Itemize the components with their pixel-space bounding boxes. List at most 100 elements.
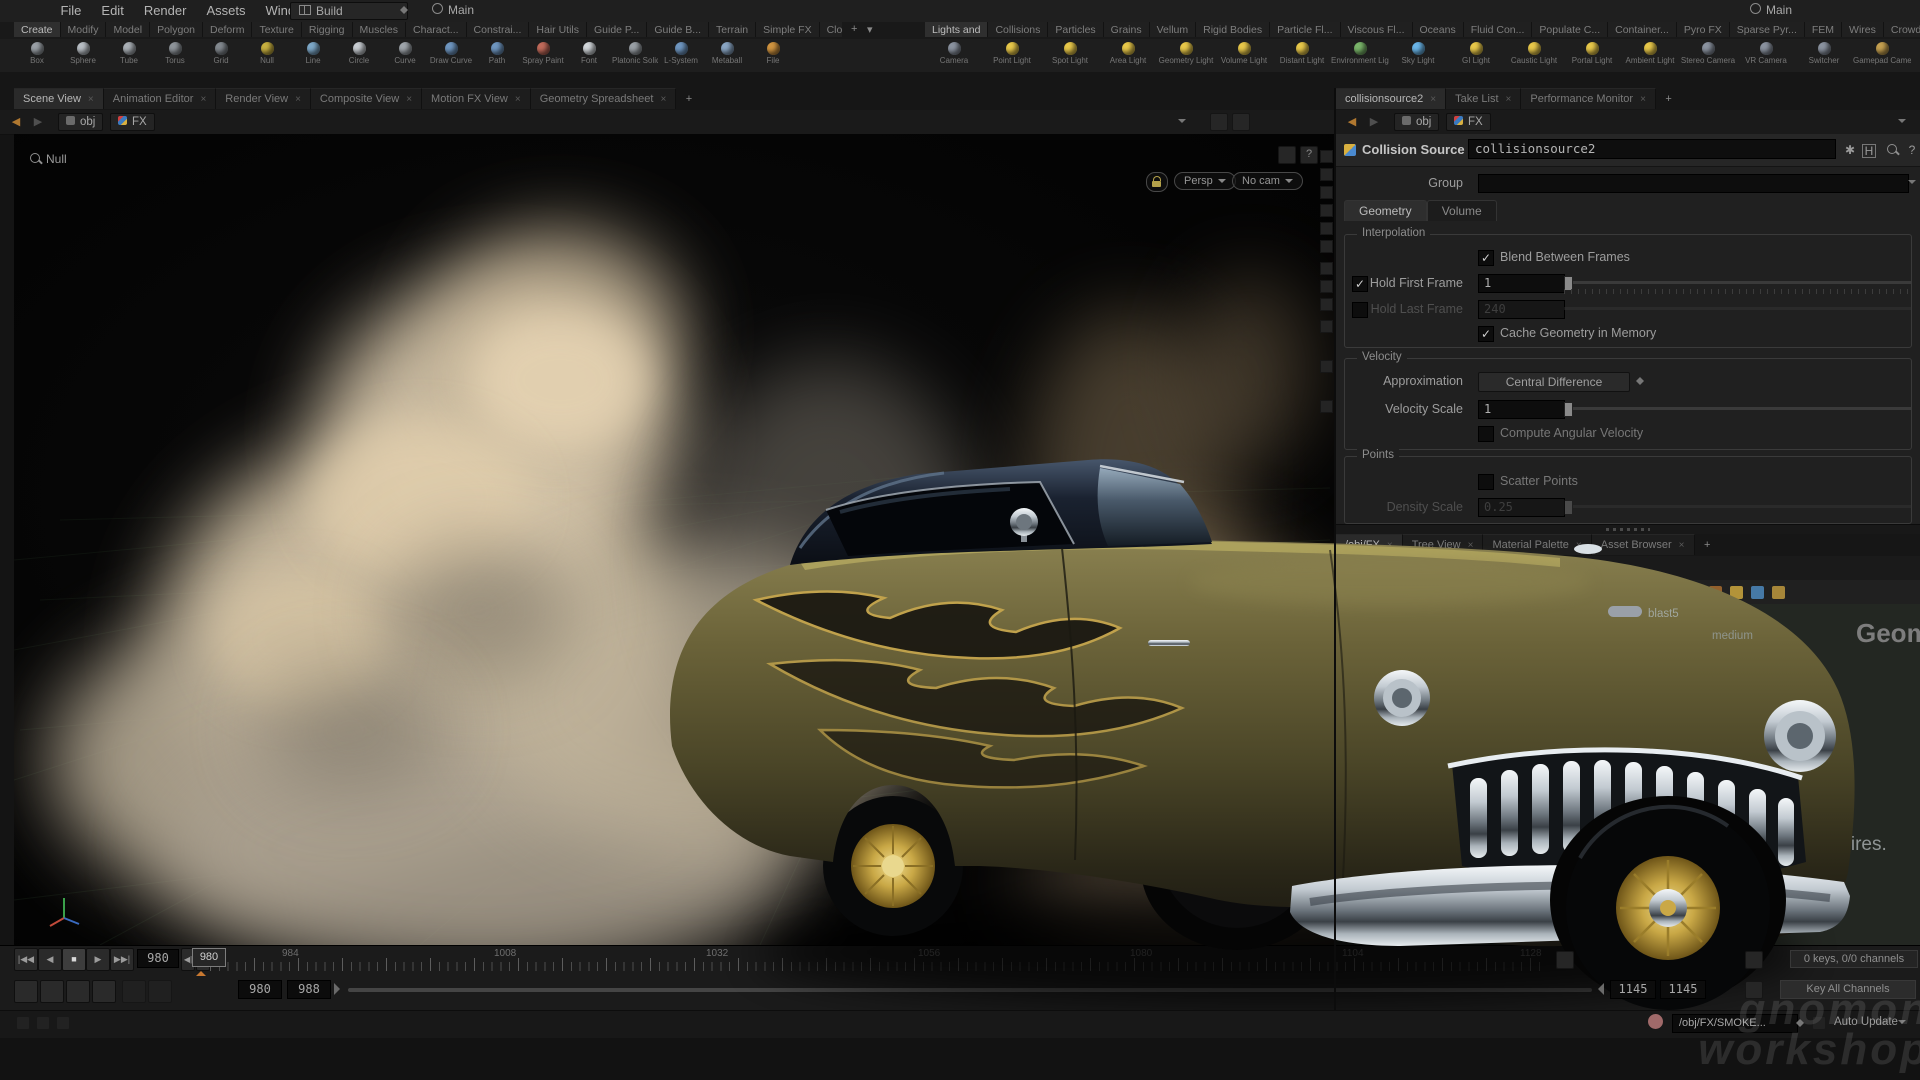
shelf-tab[interactable]: Guide B... bbox=[647, 22, 709, 37]
add-pane-tab-button[interactable]: + bbox=[1660, 92, 1676, 106]
stop-button[interactable]: ■ bbox=[62, 948, 86, 971]
close-icon[interactable]: × bbox=[1387, 540, 1393, 551]
viewport-tool-icon[interactable] bbox=[19, 528, 35, 544]
display-option-icon[interactable] bbox=[1320, 298, 1333, 311]
network-menu-item[interactable]: Layout bbox=[1499, 580, 1553, 604]
viewport-tool-icon[interactable] bbox=[19, 384, 35, 400]
pane-tab[interactable]: Performance Monitor× bbox=[1521, 88, 1656, 109]
pane-maximize-icon[interactable] bbox=[1278, 146, 1296, 164]
select-keys-icon[interactable] bbox=[14, 980, 38, 1003]
desktop-selector[interactable]: Build bbox=[290, 2, 408, 20]
breadcrumb-node[interactable]: FX bbox=[1446, 559, 1491, 577]
viewport-tool-icon[interactable] bbox=[19, 318, 35, 334]
display-option-icon[interactable] bbox=[1320, 204, 1333, 217]
shelf-tab[interactable]: Particle Fl... bbox=[1270, 22, 1340, 37]
shelf-tool[interactable]: Ambient Light bbox=[1621, 40, 1679, 72]
pane-tab[interactable]: Material Palette× bbox=[1483, 534, 1591, 555]
play-reverse-button[interactable]: ◀ bbox=[38, 948, 62, 971]
shelf-tool[interactable]: Distant Light bbox=[1273, 40, 1331, 72]
shelf-tool[interactable]: GI Light bbox=[1447, 40, 1505, 72]
shelf-tab[interactable]: Cloud FX bbox=[820, 22, 842, 37]
shelf-tool[interactable]: Path bbox=[474, 40, 520, 72]
gear-icon[interactable]: ✱ bbox=[1842, 142, 1858, 158]
right-main-selector[interactable]: Main bbox=[1742, 2, 1800, 18]
snapshot-icon[interactable] bbox=[1232, 113, 1250, 131]
approximation-dropdown[interactable]: Central Difference bbox=[1478, 372, 1630, 392]
viewport-tool-icon[interactable] bbox=[19, 498, 35, 514]
add-pane-tab-button[interactable]: + bbox=[1699, 538, 1715, 552]
audio-icon[interactable] bbox=[40, 980, 64, 1003]
shelf-tab[interactable]: Hair Utils bbox=[529, 22, 587, 37]
shelf-tool[interactable]: Spray Paint bbox=[520, 40, 566, 72]
close-icon[interactable]: × bbox=[1430, 94, 1436, 105]
network-toolbar-icon[interactable] bbox=[1604, 586, 1617, 599]
pane-tab[interactable]: Scene View× bbox=[14, 88, 104, 109]
shelf-tab[interactable]: Fluid Con... bbox=[1464, 22, 1533, 37]
pane-tab[interactable]: collisionsource2× bbox=[1336, 88, 1446, 109]
close-icon[interactable]: × bbox=[88, 94, 94, 105]
display-option-icon[interactable] bbox=[1320, 150, 1333, 163]
network-toolbar-icon[interactable] bbox=[1772, 586, 1785, 599]
shelf-tool[interactable]: Camera bbox=[925, 40, 983, 72]
viewport-lock-icon[interactable] bbox=[1146, 172, 1168, 192]
shelf-tab[interactable]: Viscous Fl... bbox=[1341, 22, 1413, 37]
shelf-tool[interactable]: Caustic Light bbox=[1505, 40, 1563, 72]
shelf-tab[interactable]: Pyro FX bbox=[1677, 22, 1730, 37]
network-toolbar-icon[interactable] bbox=[1646, 586, 1659, 599]
breadcrumb-node[interactable]: FX bbox=[1446, 113, 1491, 131]
close-icon[interactable]: × bbox=[1640, 94, 1646, 105]
shelf-tool[interactable]: Platonic Solids bbox=[612, 40, 658, 72]
main-selector[interactable]: Main bbox=[424, 2, 482, 18]
pane-tab[interactable]: Render View× bbox=[216, 88, 311, 109]
checkbox-checked[interactable]: ✓ bbox=[1478, 250, 1494, 266]
shelf-tab[interactable]: Guide P... bbox=[587, 22, 647, 37]
play-button[interactable]: ▶ bbox=[86, 948, 110, 971]
status-icon[interactable] bbox=[56, 1016, 70, 1030]
shelf-tab[interactable]: Grains bbox=[1104, 22, 1150, 37]
hold-last-frame-input[interactable]: 240 bbox=[1478, 300, 1565, 319]
velocity-scale-input[interactable]: 1 bbox=[1478, 400, 1565, 419]
viewport-tool-icon[interactable] bbox=[19, 420, 35, 436]
search-keys-icon[interactable] bbox=[1556, 951, 1574, 969]
shelf-tool[interactable]: Environment Light bbox=[1331, 40, 1389, 72]
shelf-tool[interactable]: File bbox=[750, 40, 796, 72]
shelf-tool[interactable]: Portal Light bbox=[1563, 40, 1621, 72]
checkbox-checked[interactable]: ✓ bbox=[1352, 276, 1368, 292]
checkbox-unchecked[interactable] bbox=[1478, 426, 1494, 442]
shelf-tab[interactable]: Deform bbox=[203, 22, 252, 37]
jump-end-button[interactable]: ▶▶| bbox=[110, 948, 134, 971]
status-icon[interactable] bbox=[36, 1016, 50, 1030]
close-icon[interactable]: × bbox=[200, 94, 206, 105]
node-name-field[interactable]: collisionsource2 bbox=[1468, 139, 1836, 159]
network-toolbar-icon[interactable] bbox=[1688, 586, 1701, 599]
viewport-tool-icon[interactable] bbox=[19, 590, 35, 606]
viewport-tool-icon[interactable] bbox=[19, 350, 35, 366]
hclip-icon[interactable]: H bbox=[1862, 144, 1876, 158]
range-slider-track[interactable] bbox=[348, 988, 1592, 992]
forward-icon[interactable]: ▶ bbox=[1366, 560, 1382, 576]
density-scale-input[interactable]: 0.25 bbox=[1478, 498, 1565, 517]
folder-tab[interactable]: Geometry bbox=[1344, 200, 1427, 221]
shelf-tool[interactable]: Font bbox=[566, 40, 612, 72]
camera-select-button[interactable]: No cam bbox=[1232, 172, 1303, 190]
close-icon[interactable]: × bbox=[1506, 94, 1512, 105]
close-icon[interactable]: × bbox=[1576, 540, 1582, 551]
network-canvas[interactable]: attribdelete1 Hold 8 or Pad8 to disable … bbox=[1336, 604, 1920, 945]
back-icon[interactable]: ◀ bbox=[8, 114, 24, 130]
shelf-tab[interactable]: Vellum bbox=[1150, 22, 1197, 37]
pane-tab[interactable]: /obj/FX× bbox=[1336, 534, 1403, 555]
range-right-handle[interactable] bbox=[1592, 983, 1604, 995]
display-option-icon[interactable] bbox=[1320, 222, 1333, 235]
network-toolbar-icon[interactable] bbox=[1625, 586, 1638, 599]
pane-tab[interactable]: Motion FX View× bbox=[422, 88, 531, 109]
network-menu-item[interactable]: View bbox=[1409, 580, 1453, 604]
viewport-tool-icon[interactable] bbox=[19, 750, 35, 766]
realtime-toggle-icon[interactable] bbox=[92, 980, 116, 1003]
shelf-tab[interactable]: Wires bbox=[1842, 22, 1884, 37]
shelf-tool[interactable]: Torus bbox=[152, 40, 198, 72]
network-toolbar-icon[interactable] bbox=[1667, 586, 1680, 599]
breadcrumb-root[interactable]: obj bbox=[58, 113, 103, 131]
shelf-tab[interactable]: Terrain bbox=[709, 22, 756, 37]
viewport-tool-icon[interactable] bbox=[19, 458, 35, 474]
group-input[interactable] bbox=[1478, 174, 1909, 193]
